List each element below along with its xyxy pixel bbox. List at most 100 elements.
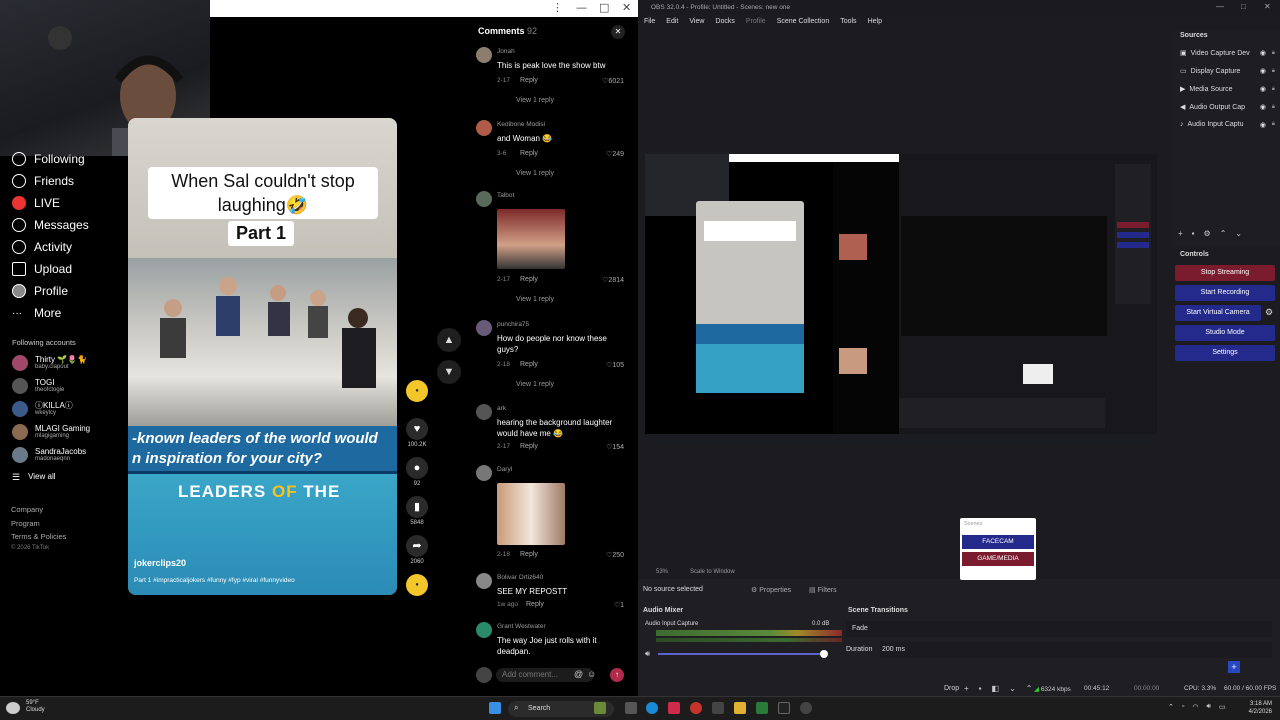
following-account[interactable]: TOGI theofctogie bbox=[12, 378, 64, 394]
following-account[interactable]: SandraJacobs madonaeqnn bbox=[12, 447, 86, 463]
comment-like[interactable]: ♡249 bbox=[606, 150, 624, 158]
opera-icon[interactable] bbox=[690, 702, 702, 714]
following-account[interactable]: Thirty 🌱🌷🐈 baby.clapout bbox=[12, 355, 87, 371]
scale-mode[interactable]: Scale to Window bbox=[690, 569, 735, 575]
start-recording-button[interactable]: Start Recording bbox=[1175, 285, 1275, 301]
menu-tools[interactable]: Tools bbox=[840, 18, 856, 31]
edge-icon[interactable] bbox=[646, 702, 658, 714]
reply-button[interactable]: Reply bbox=[520, 361, 538, 368]
taskbar-clock[interactable]: 3:18 AM 4/2/2026 bbox=[1249, 700, 1272, 716]
lock-icon[interactable]: 🔒︎ bbox=[1272, 68, 1275, 75]
comment-like[interactable]: ♡154 bbox=[606, 443, 624, 451]
creator-avatar[interactable]: ● bbox=[405, 380, 429, 404]
nav-activity[interactable]: Activity bbox=[12, 240, 72, 254]
lock-icon[interactable]: 🔒︎ bbox=[1272, 104, 1275, 111]
stop-streaming-button[interactable]: Stop Streaming bbox=[1175, 265, 1275, 281]
close-icon[interactable]: ✕ bbox=[622, 1, 631, 14]
app-icon[interactable] bbox=[668, 702, 680, 714]
view-replies-link[interactable]: View 1 reply bbox=[516, 296, 554, 303]
sound-disc[interactable]: ● bbox=[405, 574, 429, 598]
eye-icon[interactable]: ◉ bbox=[1260, 121, 1266, 129]
obs-maximize-icon[interactable]: □ bbox=[1241, 2, 1246, 11]
weather-widget[interactable]: 59°F Cloudy bbox=[26, 700, 45, 714]
tray-chevron-icon[interactable]: ⌃ bbox=[1168, 703, 1174, 711]
reply-button[interactable]: Reply bbox=[526, 601, 544, 608]
eye-icon[interactable]: ◉ bbox=[1260, 49, 1266, 57]
volume-icon[interactable]: 🔊︎ bbox=[1206, 703, 1210, 711]
settings-icon[interactable]: ⚙ bbox=[1204, 229, 1211, 238]
speaker-icon[interactable]: 🔊︎ bbox=[645, 649, 650, 659]
source-item[interactable]: ♪ Audio Input Captu ◉ 🔒︎ bbox=[1180, 121, 1276, 129]
mention-icon[interactable]: @ bbox=[574, 669, 583, 679]
view-all-link[interactable]: ☰ View all bbox=[12, 472, 56, 483]
obs-minimize-icon[interactable]: — bbox=[1216, 2, 1224, 11]
remove-source-icon[interactable]: ▪ bbox=[1192, 229, 1195, 238]
transition-select[interactable]: Fade bbox=[846, 621, 1272, 637]
battery-icon[interactable]: ▭ bbox=[1219, 703, 1226, 711]
menu-docks[interactable]: Docks bbox=[715, 18, 734, 31]
obs-preview-canvas[interactable] bbox=[645, 154, 1157, 444]
comment-like[interactable]: ♡105 bbox=[606, 361, 624, 369]
comment-user[interactable]: ark bbox=[497, 405, 506, 412]
add-source-icon[interactable]: + bbox=[1178, 229, 1183, 238]
lock-icon[interactable]: 🔒︎ bbox=[1272, 50, 1275, 57]
menu-scene-collection[interactable]: Scene Collection bbox=[777, 18, 830, 31]
view-replies-link[interactable]: View 1 reply bbox=[516, 97, 554, 104]
weather-icon[interactable] bbox=[6, 702, 20, 714]
nav-live[interactable]: LIVE bbox=[12, 196, 60, 210]
move-down-icon[interactable]: ⌄ bbox=[1235, 229, 1242, 238]
menu-edit[interactable]: Edit bbox=[666, 18, 678, 31]
minimize-icon[interactable]: — bbox=[576, 1, 587, 14]
following-account[interactable]: MLAGI Gaming mlagigaming bbox=[12, 424, 90, 440]
comment-user[interactable]: punchira75 bbox=[497, 321, 529, 328]
scene-up-icon[interactable]: ⌃ bbox=[1026, 684, 1033, 693]
tiktok-icon[interactable] bbox=[778, 702, 790, 714]
nav-profile[interactable]: Profile bbox=[12, 284, 68, 298]
settings-button[interactable]: Settings bbox=[1175, 345, 1275, 361]
source-item[interactable]: ▣ Video Capture Dev ◉ 🔒︎ bbox=[1180, 49, 1276, 58]
comment-image[interactable] bbox=[497, 483, 565, 545]
video-player[interactable]: When Sal couldn't stop laughing🤣 Part 1 … bbox=[128, 118, 397, 595]
move-up-icon[interactable]: ⌃ bbox=[1220, 229, 1227, 238]
lock-icon[interactable]: 🔒︎ bbox=[1272, 86, 1275, 93]
properties-button[interactable]: ⚙ Properties bbox=[751, 586, 791, 594]
view-replies-link[interactable]: View 1 reply bbox=[516, 170, 554, 177]
browser-menu-icon[interactable]: ⋮ bbox=[552, 1, 563, 14]
duration-input[interactable]: 200 ms bbox=[880, 642, 1272, 658]
view-replies-link[interactable]: View 1 reply bbox=[516, 381, 554, 388]
volume-slider[interactable] bbox=[658, 653, 824, 655]
following-account[interactable]: ⓘKILLAⓘ wkeylcy bbox=[12, 401, 73, 417]
comment-like[interactable]: ♡2814 bbox=[602, 276, 624, 284]
nav-more[interactable]: ··· More bbox=[12, 306, 61, 320]
studio-mode-button[interactable]: Studio Mode bbox=[1175, 325, 1275, 341]
previous-video-button[interactable]: ▲ bbox=[437, 328, 461, 352]
comment-user[interactable]: Jonah bbox=[497, 48, 515, 55]
nav-following[interactable]: Following bbox=[12, 152, 85, 166]
reply-button[interactable]: Reply bbox=[520, 276, 538, 283]
reply-button[interactable]: Reply bbox=[520, 77, 538, 84]
eye-icon[interactable]: ◉ bbox=[1260, 85, 1266, 93]
next-video-button[interactable]: ▼ bbox=[437, 360, 461, 384]
volume-slider-handle[interactable] bbox=[820, 650, 828, 658]
eye-icon[interactable]: ◉ bbox=[1260, 103, 1266, 111]
close-comments-icon[interactable]: ✕ bbox=[611, 25, 625, 39]
comment-like[interactable]: ♡1 bbox=[614, 601, 624, 609]
like-button[interactable]: ♥ 100.2K bbox=[405, 418, 429, 448]
video-author[interactable]: jokerclips20 bbox=[134, 558, 186, 568]
comment-button[interactable]: ● 92 bbox=[405, 457, 429, 487]
reply-button[interactable]: Reply bbox=[520, 150, 538, 157]
task-view-icon[interactable] bbox=[625, 702, 637, 714]
virtual-camera-settings-icon[interactable]: ⚙ bbox=[1265, 307, 1273, 318]
lock-icon[interactable]: 🔒︎ bbox=[1272, 121, 1275, 128]
store-icon[interactable] bbox=[756, 702, 768, 714]
obs-close-icon[interactable]: ✕ bbox=[1264, 2, 1271, 11]
comment-user[interactable]: Grant Westwater bbox=[497, 623, 546, 630]
footer-link-program[interactable]: Program bbox=[11, 519, 40, 528]
start-virtual-camera-button[interactable]: Start Virtual Camera bbox=[1175, 305, 1261, 321]
file-explorer-icon[interactable] bbox=[734, 702, 746, 714]
wifi-icon[interactable]: ◠ bbox=[1192, 703, 1198, 711]
add-scene-icon[interactable]: + bbox=[964, 684, 969, 693]
reply-button[interactable]: Reply bbox=[520, 551, 538, 558]
comment-like[interactable]: ♡250 bbox=[606, 551, 624, 559]
nav-upload[interactable]: Upload bbox=[12, 262, 72, 276]
